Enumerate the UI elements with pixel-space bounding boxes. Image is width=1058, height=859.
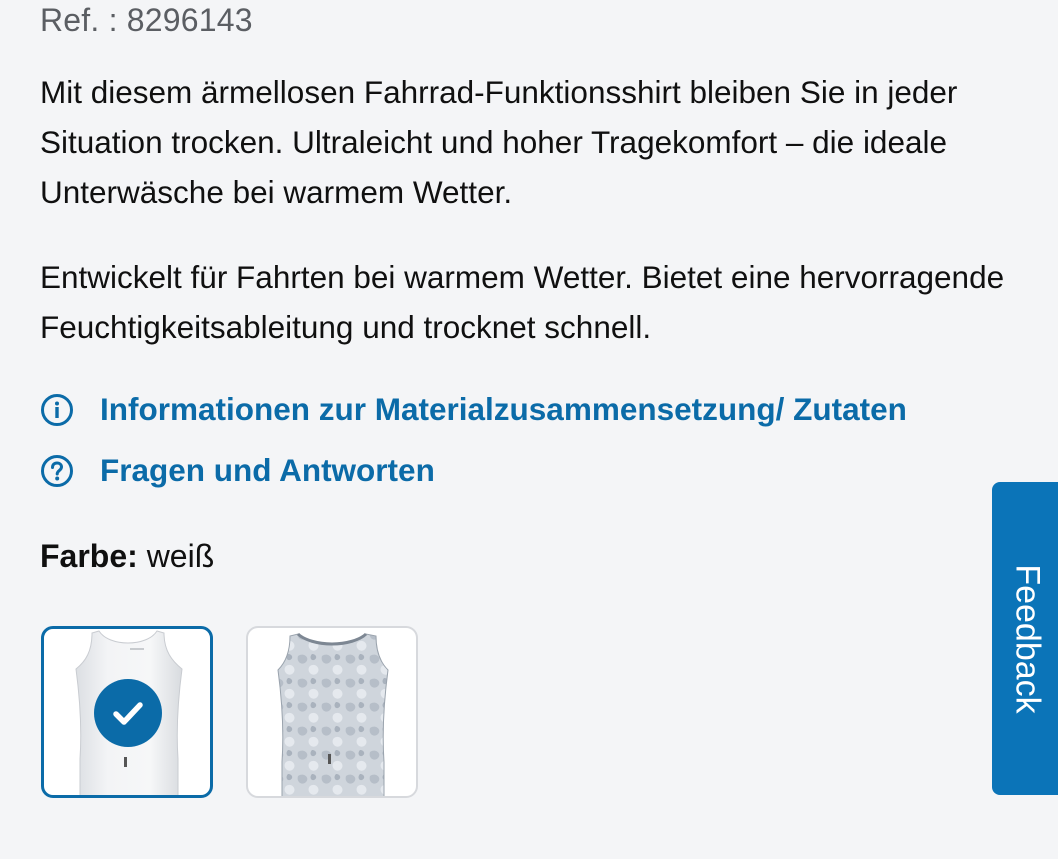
feedback-tab-label: Feedback bbox=[1008, 563, 1047, 714]
question-icon bbox=[41, 454, 73, 487]
product-description-secondary: Entwickelt für Fahrten bei warmem Wetter… bbox=[40, 259, 1005, 345]
faq-link[interactable]: Fragen und Antworten bbox=[40, 452, 435, 489]
faq-link-label: Fragen und Antworten bbox=[100, 452, 435, 488]
materials-info-link-label: Informationen zur Materialzusammensetzun… bbox=[100, 391, 907, 427]
product-description-primary: Mit diesem ärmellosen Fahrrad-Funktionss… bbox=[40, 74, 958, 210]
selected-check-icon bbox=[94, 679, 162, 747]
color-value: weiß bbox=[146, 538, 215, 574]
color-selection-label: Farbe: weiß bbox=[40, 538, 214, 575]
color-swatch-white[interactable] bbox=[41, 626, 213, 798]
product-reference: Ref. : 8296143 bbox=[40, 2, 253, 38]
product-detail-page: Ref. : 8296143 Mit diesem ärmellosen Fah… bbox=[0, 0, 1058, 859]
feedback-tab[interactable]: Feedback bbox=[992, 482, 1058, 795]
materials-info-link[interactable]: Informationen zur Materialzusammensetzun… bbox=[40, 391, 907, 428]
info-icon bbox=[41, 393, 73, 426]
color-label: Farbe: bbox=[40, 538, 138, 574]
grey-camo-shirt-image bbox=[277, 632, 389, 796]
color-swatch-grey-camo[interactable] bbox=[246, 626, 418, 798]
